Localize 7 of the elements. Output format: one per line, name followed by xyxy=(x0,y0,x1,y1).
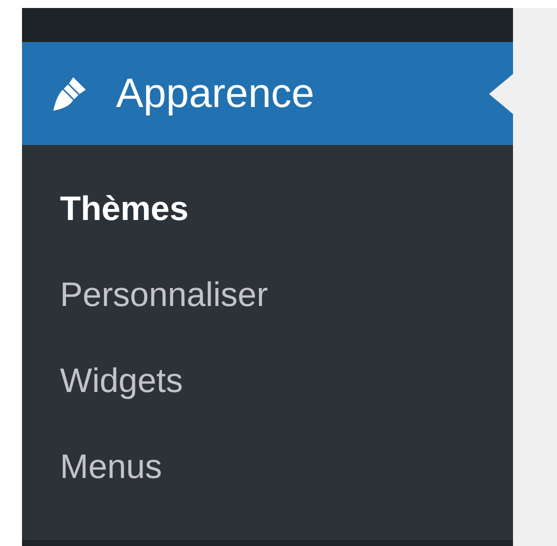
submenu-link[interactable]: Widgets xyxy=(60,363,183,399)
submenu-link[interactable]: Menus xyxy=(60,449,162,485)
menu-title: Apparence xyxy=(116,70,314,117)
menu-header[interactable]: Apparence xyxy=(22,42,513,145)
current-pointer-icon xyxy=(489,74,513,114)
submenu-link[interactable]: Thèmes xyxy=(60,191,188,227)
submenu-link[interactable]: Personnaliser xyxy=(60,277,268,313)
